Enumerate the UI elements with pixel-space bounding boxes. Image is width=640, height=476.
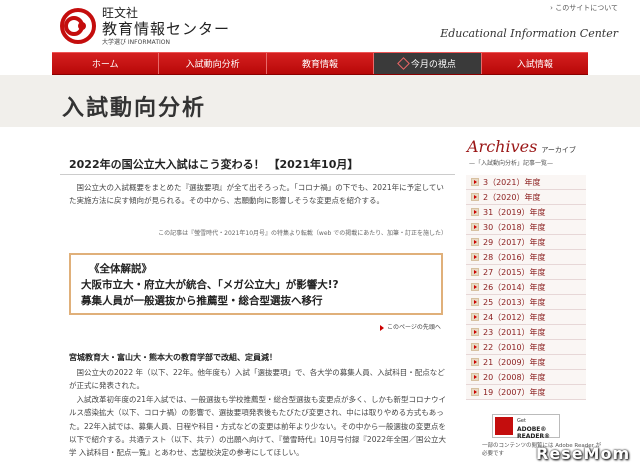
divider	[60, 174, 455, 175]
arrow-bullet-icon	[471, 178, 479, 186]
archive-item[interactable]: 20（2008）年度	[466, 370, 586, 385]
adobe-get-label: Get	[517, 418, 526, 424]
arrow-bullet-icon	[471, 388, 479, 396]
tagline: Educational Information Center	[440, 27, 618, 40]
resemom-watermark: ReseMom	[536, 444, 631, 463]
archive-item[interactable]: 19（2007）年度	[466, 385, 586, 400]
about-site-label: このサイトについて	[555, 4, 618, 12]
logo-title: 教育情報センター	[102, 20, 231, 38]
nav-home-label: ホーム	[91, 60, 119, 70]
archive-item-label: 25（2013）年度	[483, 297, 546, 307]
archive-item[interactable]: 3（2021）年度	[466, 175, 586, 190]
section-heading: 宮城教育大・富山大・熊本大の教育学部で改組、定員減！	[69, 353, 277, 362]
archive-item[interactable]: 28（2016）年度	[466, 250, 586, 265]
body-paragraph-2: 入試改革初年度の21年入試では、一般選抜も学校推薦型・総合型選抜も変更点が多く、…	[69, 394, 447, 458]
archives-title-ja: アーカイブ	[541, 146, 576, 154]
nav-home[interactable]: ホーム	[52, 53, 160, 74]
archive-item[interactable]: 2（2020）年度	[466, 190, 586, 205]
nav-monthly-view-label: 今月の視点	[410, 60, 456, 70]
site-header: 旺文社 教育情報センター 大学選び INFORMATION › このサイトについ…	[0, 0, 640, 52]
summary-headline-2: 募集人員が一般選抜から推薦型・総合型選抜へ移行	[81, 295, 323, 307]
nav-monthly-view[interactable]: 今月の視点	[374, 53, 482, 74]
archive-item-label: 3（2021）年度	[483, 177, 541, 187]
article-source: この記事は『螢雪時代・2021年10月号』の特集より転載（web での掲載にあた…	[158, 230, 447, 237]
archive-item[interactable]: 30（2018）年度	[466, 220, 586, 235]
archive-item[interactable]: 31（2019）年度	[466, 205, 586, 220]
archive-item-label: 21（2009）年度	[483, 357, 546, 367]
archive-item[interactable]: 23（2011）年度	[466, 325, 586, 340]
archive-item[interactable]: 24（2012）年度	[466, 310, 586, 325]
arrow-bullet-icon	[471, 193, 479, 201]
archive-item-label: 31（2019）年度	[483, 207, 546, 217]
arrow-bullet-icon	[471, 238, 479, 246]
nav-exam-analysis-label: 入試動向分析	[185, 60, 240, 70]
page-top-label: このページの先頭へ	[387, 324, 441, 331]
body-paragraph-1: 国公立大の2022 年（以下、22年。他年度も）入試「選抜要項」で、各大学の募集…	[69, 368, 445, 391]
archive-item-label: 26（2014）年度	[483, 282, 546, 292]
nav-exam-analysis[interactable]: 入試動向分析	[159, 53, 267, 74]
page-top-link[interactable]: このページの先頭へ	[380, 322, 441, 331]
summary-box: 《全体解説》 大阪市立大・府立大が統合、「メガ公立大」が影響大!? 募集人員が一…	[69, 253, 443, 315]
logo-subtitle: 大学選び INFORMATION	[102, 39, 170, 46]
archive-item-label: 23（2011）年度	[483, 327, 546, 337]
archive-item[interactable]: 25（2013）年度	[466, 295, 586, 310]
archives-subtitle: —「入試動向分析」記事一覧—	[469, 160, 554, 167]
nav-exam-info[interactable]: 入試情報	[481, 53, 589, 74]
archive-item-label: 22（2010）年度	[483, 342, 546, 352]
arrow-right-icon	[380, 324, 384, 331]
about-site-link[interactable]: › このサイトについて	[550, 3, 618, 13]
arrow-bullet-icon	[471, 313, 479, 321]
adobe-name-label: ADOBE® READER®	[517, 426, 551, 440]
article-intro: 国公立大の入試概要をまとめた『選抜要項』が全て出そろった。「コロナ禍」の下でも、…	[69, 183, 444, 205]
logo-brand: 旺文社	[102, 6, 139, 20]
diamond-icon	[397, 57, 410, 70]
archive-item[interactable]: 29（2017）年度	[466, 235, 586, 250]
nav-education-info[interactable]: 教育情報	[266, 53, 375, 74]
archive-item-label: 28（2016）年度	[483, 252, 546, 262]
archive-list: 3（2021）年度 2（2020）年度 31（2019）年度 30（2018）年…	[466, 175, 586, 400]
archive-item[interactable]: 22（2010）年度	[466, 340, 586, 355]
arrow-bullet-icon	[471, 373, 479, 381]
archive-item[interactable]: 27（2015）年度	[466, 265, 586, 280]
logo-text[interactable]: 旺文社 教育情報センター 大学選び INFORMATION	[102, 6, 230, 47]
article-title: 2022年の国公立大入試はこう変わる！ 【2021年10月】	[69, 158, 359, 171]
arrow-bullet-icon	[471, 208, 479, 216]
adobe-reader-badge[interactable]: Get ADOBE® READER®	[492, 414, 560, 440]
archive-item-label: 27（2015）年度	[483, 267, 546, 277]
archive-item-label: 2（2020）年度	[483, 192, 541, 202]
nav-exam-info-label: 入試情報	[516, 60, 553, 70]
arrow-bullet-icon	[471, 253, 479, 261]
arrow-bullet-icon	[471, 298, 479, 306]
arrow-bullet-icon	[471, 268, 479, 276]
arrow-bullet-icon	[471, 328, 479, 336]
arrow-bullet-icon	[471, 343, 479, 351]
archive-item[interactable]: 21（2009）年度	[466, 355, 586, 370]
arrow-bullet-icon	[471, 358, 479, 366]
arrow-bullet-icon	[471, 283, 479, 291]
arrow-bullet-icon	[471, 223, 479, 231]
nav-education-info-label: 教育情報	[302, 60, 339, 70]
tagline-text: Educational Information Center	[440, 27, 618, 40]
summary-label: 《全体解説》	[89, 263, 152, 275]
archive-item[interactable]: 26（2014）年度	[466, 280, 586, 295]
archive-item-label: 20（2008）年度	[483, 372, 546, 382]
article-body: 国公立大の2022 年（以下、22年。他年度も）入試「選抜要項」で、各大学の募集…	[69, 366, 447, 460]
archive-item-label: 29（2017）年度	[483, 237, 546, 247]
archives-heading: Archives アーカイブ	[467, 137, 576, 156]
global-nav: ホーム 入試動向分析 教育情報 今月の視点 入試情報	[52, 52, 589, 75]
page-title: 入試動向分析	[62, 96, 207, 121]
archive-item-label: 19（2007）年度	[483, 387, 546, 397]
summary-headline-1: 大阪市立大・府立大が統合、「メガ公立大」が影響大!?	[81, 279, 339, 291]
archive-item-label: 30（2018）年度	[483, 222, 546, 232]
archives-title: Archives	[467, 137, 538, 156]
archive-item-label: 24（2012）年度	[483, 312, 546, 322]
obunsha-logo-icon[interactable]	[60, 8, 96, 44]
adobe-icon	[495, 417, 513, 435]
